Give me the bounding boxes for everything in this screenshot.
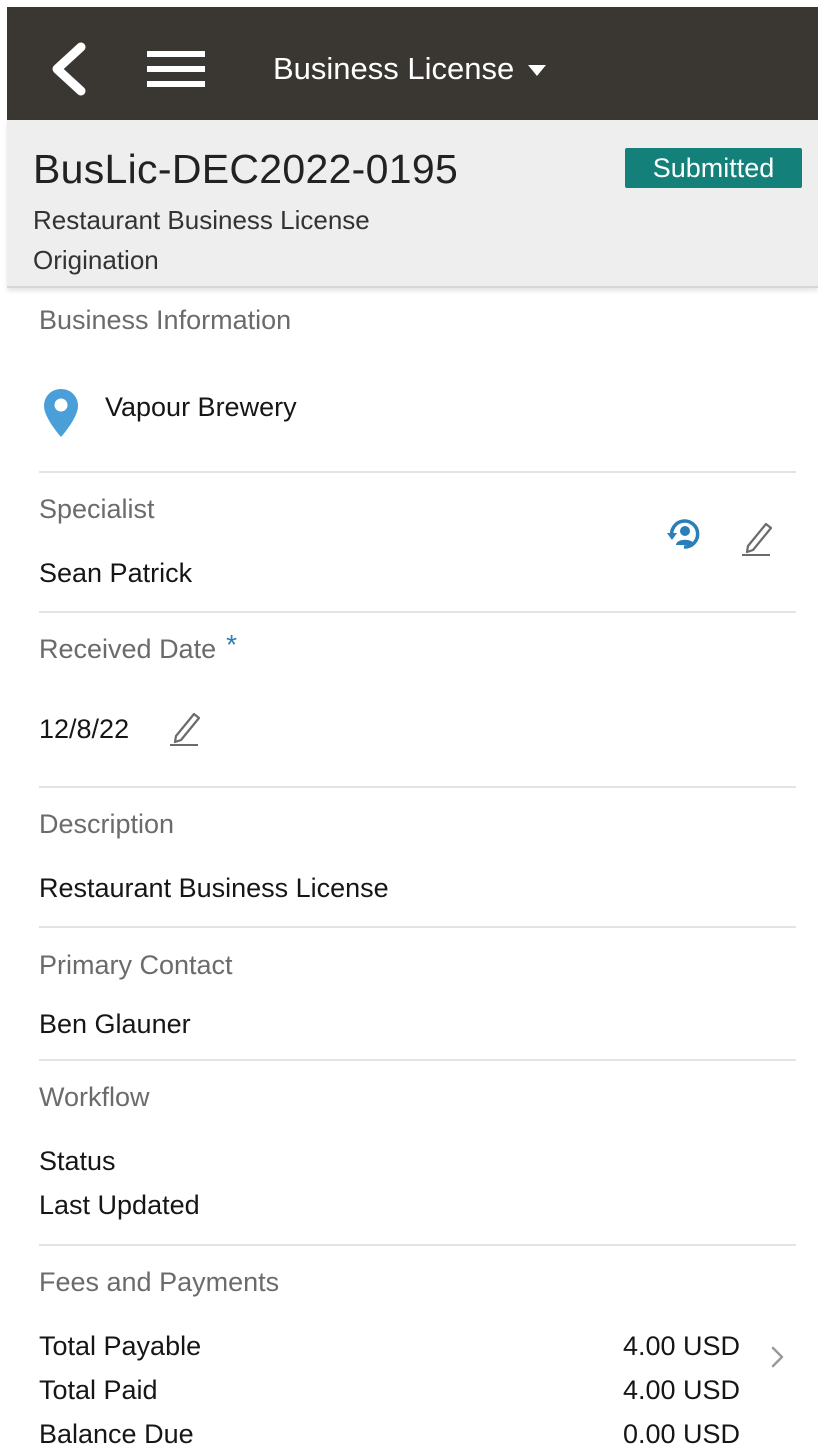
status-badge: Submitted [625, 148, 802, 188]
business-info-label: Business Information [39, 305, 292, 335]
record-subtitle: Restaurant Business License Origination [33, 205, 370, 275]
workflow-last-updated-label: Last Updated [39, 1190, 200, 1220]
fees-details-button[interactable] [768, 1342, 788, 1372]
balance-due-amount: 0.00 USD [622, 1419, 740, 1449]
divider [39, 786, 796, 788]
edit-pencil-icon [170, 712, 201, 746]
total-paid-label: Total Paid [39, 1375, 158, 1405]
workflow-label: Workflow [39, 1082, 150, 1112]
app-title-dropdown[interactable]: Business License [273, 41, 547, 97]
divider [39, 926, 796, 928]
back-button[interactable] [47, 41, 93, 97]
assign-user-icon [667, 519, 700, 549]
edit-pencil-icon [742, 522, 773, 556]
required-marker: * [226, 629, 238, 660]
record-header: BusLic-DEC2022-0195 Restaurant Business … [7, 120, 818, 288]
edit-received-date-button[interactable] [168, 708, 204, 753]
workflow-status-label: Status [39, 1146, 116, 1176]
primary-contact-value[interactable]: Ben Glauner [39, 1009, 191, 1040]
chevron-left-icon [52, 42, 86, 96]
edit-specialist-button[interactable] [740, 518, 776, 563]
divider [39, 1244, 796, 1246]
menu-button[interactable] [147, 49, 205, 89]
record-id: BusLic-DEC2022-0195 [33, 146, 459, 192]
app-title: Business License [273, 51, 515, 86]
caret-down-icon [528, 64, 547, 76]
specialist-label: Specialist [39, 494, 155, 524]
location-pin-icon [44, 389, 78, 437]
total-payable-label: Total Payable [39, 1331, 202, 1361]
total-paid-amount: 4.00 USD [622, 1375, 740, 1405]
app-header: Business License [7, 7, 818, 120]
balance-due-label: Balance Due [39, 1419, 194, 1449]
primary-contact-label: Primary Contact [39, 950, 233, 980]
received-date-value: 12/8/22 [39, 714, 130, 744]
business-name[interactable]: Vapour Brewery [105, 392, 297, 423]
divider [39, 611, 796, 613]
chevron-right-icon [771, 1346, 784, 1368]
description-value: Restaurant Business License [39, 873, 389, 903]
divider [39, 1059, 796, 1061]
divider [39, 471, 796, 473]
received-date-label-text: Received Date [39, 634, 217, 664]
total-payable-amount: 4.00 USD [622, 1331, 740, 1361]
hamburger-menu-icon [147, 51, 205, 87]
assign-specialist-button[interactable] [665, 515, 703, 558]
fees-payments-label: Fees and Payments [39, 1267, 280, 1297]
description-label: Description [39, 809, 175, 839]
specialist-name: Sean Patrick [39, 558, 193, 588]
received-date-label: Received Date * [39, 629, 237, 665]
